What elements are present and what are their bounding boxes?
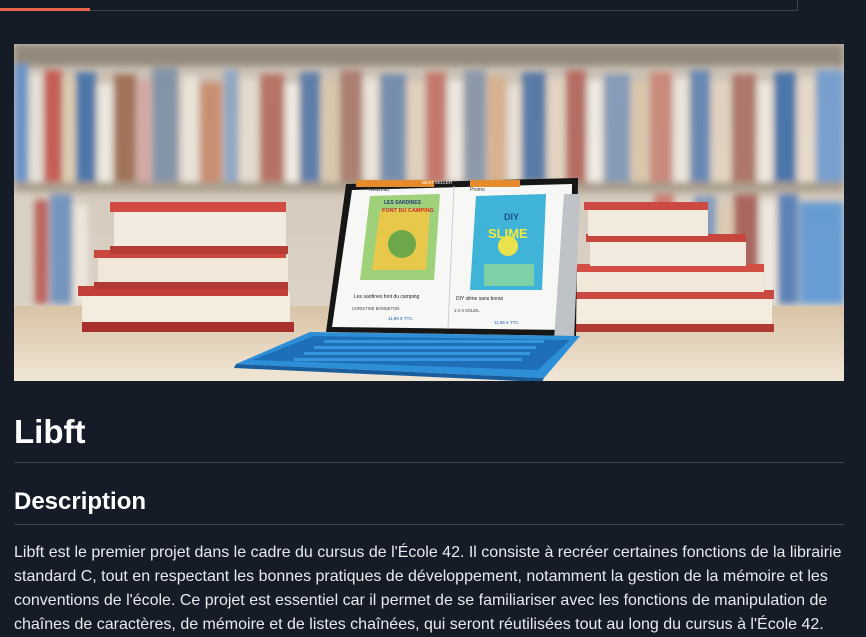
svg-text:CHRISTINE BONNETON: CHRISTINE BONNETON [352,306,399,311]
svg-text:11,90 € TTC: 11,90 € TTC [388,316,413,321]
description-text: Libft est le premier projet dans le cadr… [14,544,842,633]
svg-text:FONT DU CAMPING: FONT DU CAMPING [382,208,434,214]
svg-text:DIY slime sans borax: DIY slime sans borax [456,296,504,302]
svg-text:Promo: Promo [470,187,485,193]
svg-text:DIY: DIY [504,212,519,222]
svg-text:SLIME: SLIME [488,226,528,241]
project-hero-image: Nouveau BEST SELLER LES SARDINES FONT DU… [14,44,844,381]
nav-separator [797,0,798,11]
page-title: Libft [14,413,86,450]
top-navigation [0,0,866,12]
title-divider [14,462,844,463]
svg-text:1-2-3 SOLEIL: 1-2-3 SOLEIL [454,308,480,313]
svg-text:LES SARDINES: LES SARDINES [384,200,422,206]
svg-text:11,95 € TTC: 11,95 € TTC [494,320,519,325]
nav-divider [0,10,798,11]
active-tab-indicator[interactable] [0,8,90,11]
svg-text:Les sardines font du camping: Les sardines font du camping [354,294,420,300]
svg-text:BEST SELLER: BEST SELLER [422,180,453,185]
svg-text:Nouveau: Nouveau [369,187,389,193]
section-heading-description: Description [14,488,147,515]
section-divider [14,524,844,525]
